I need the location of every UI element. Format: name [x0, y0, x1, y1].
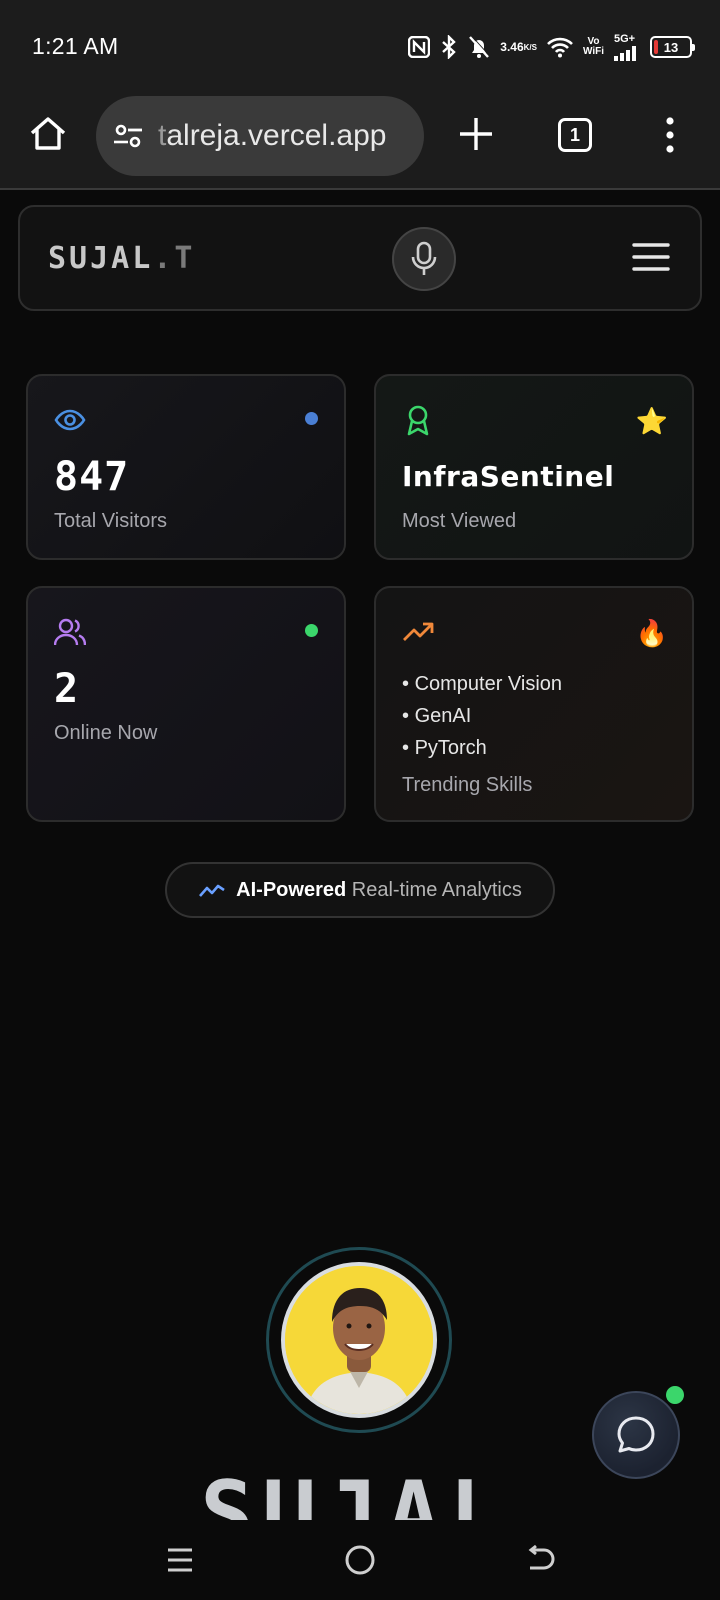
analytics-icon — [199, 884, 225, 897]
most-viewed-label: Most Viewed — [402, 510, 517, 532]
most-viewed-project: InfraSentinel — [402, 460, 615, 493]
online-label: Online Now — [54, 722, 158, 744]
online-card: 2 Online Now — [26, 586, 346, 822]
voice-button[interactable] — [392, 227, 456, 291]
star-icon: ⭐ — [635, 406, 668, 436]
tab-switcher-button[interactable]: 1 — [558, 118, 592, 152]
list-item: PyTorch — [402, 732, 562, 764]
users-icon — [54, 618, 86, 646]
back-icon[interactable] — [522, 1542, 558, 1578]
chat-button[interactable] — [592, 1391, 680, 1479]
new-tab-icon[interactable] — [458, 116, 494, 152]
analytics-badge: AI-Powered Real-time Analytics — [165, 862, 555, 918]
home-icon[interactable] — [28, 114, 68, 154]
fire-icon: 🔥 — [635, 618, 668, 648]
profile-photo — [285, 1266, 433, 1414]
status-bar: 1:21 AM 3.46 K/S Vo WiFi 5G+ 13 — [0, 0, 720, 90]
visitors-count: 847 — [54, 454, 130, 500]
net-speed: 3.46 K/S — [500, 39, 537, 54]
online-indicator-dot — [664, 1384, 686, 1406]
hero-name: SUJAL — [200, 1470, 511, 1520]
status-time: 1:21 AM — [32, 33, 119, 59]
online-dot — [305, 624, 318, 637]
url-text: talreja.vercel.app — [158, 119, 387, 152]
analytics-rest: Real-time Analytics — [351, 878, 522, 901]
visitors-label: Total Visitors — [54, 510, 168, 532]
most-viewed-card: ⭐ InfraSentinel Most Viewed — [374, 374, 694, 560]
microphone-icon — [411, 241, 437, 275]
trending-label: Trending Skills — [402, 774, 533, 796]
home-circle-icon[interactable] — [342, 1542, 378, 1578]
award-icon — [407, 405, 429, 436]
analytics-strong: AI-Powered — [236, 878, 347, 901]
recent-apps-icon[interactable] — [162, 1542, 198, 1578]
list-item: GenAI — [402, 700, 562, 732]
visitors-card: 847 Total Visitors — [26, 374, 346, 560]
trending-up-icon — [403, 622, 434, 641]
signal-icon: 5G+ — [614, 33, 640, 61]
nfc-icon — [408, 36, 431, 58]
system-nav-bar — [0, 1520, 720, 1600]
trending-skills-list: Computer Vision GenAI PyTorch — [402, 668, 562, 764]
online-count: 2 — [54, 666, 80, 712]
site-settings-icon[interactable] — [112, 120, 144, 152]
battery-icon: 13 — [650, 36, 695, 58]
chat-bubble-icon — [617, 1416, 655, 1453]
browser-toolbar: talreja.vercel.app 1 — [0, 90, 720, 190]
site-logo[interactable]: SUJAL.T — [48, 241, 195, 276]
mute-bell-icon — [468, 35, 491, 59]
avatar — [281, 1262, 437, 1418]
menu-icon[interactable] — [632, 241, 670, 273]
more-options-icon[interactable] — [660, 116, 680, 154]
address-bar[interactable]: talreja.vercel.app — [96, 96, 424, 176]
wifi-icon — [547, 36, 573, 58]
eye-icon — [54, 409, 86, 431]
list-item: Computer Vision — [402, 668, 562, 700]
status-icons: 3.46 K/S Vo WiFi 5G+ 13 — [408, 30, 695, 64]
bluetooth-icon — [440, 35, 458, 59]
site-header: SUJAL.T — [18, 205, 702, 311]
status-dot — [305, 412, 318, 425]
trending-card: 🔥 Computer Vision GenAI PyTorch Trending… — [374, 586, 694, 822]
vowifi-indicator: Vo WiFi — [582, 36, 604, 57]
